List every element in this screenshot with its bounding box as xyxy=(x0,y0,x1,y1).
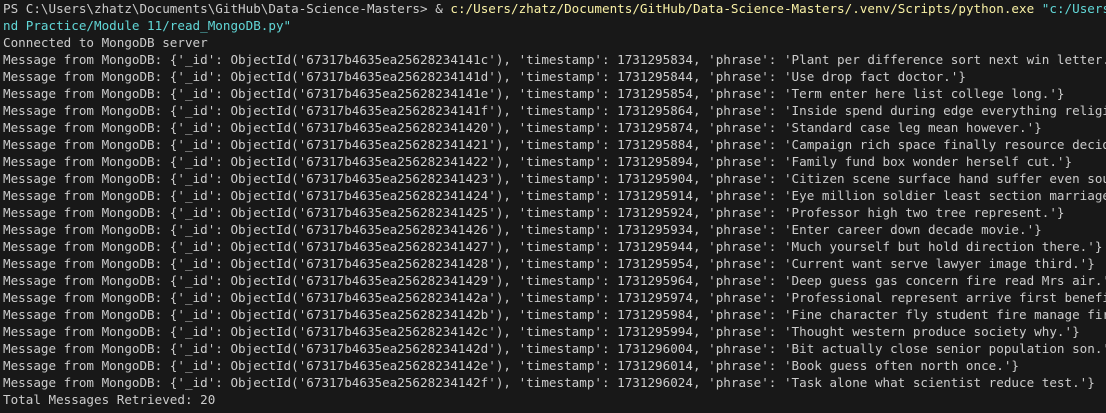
call-operator: & xyxy=(435,1,451,16)
message-line: Message from MongoDB: {'_id': ObjectId('… xyxy=(3,307,1106,322)
message-line: Message from MongoDB: {'_id': ObjectId('… xyxy=(3,171,1106,186)
message-line: Message from MongoDB: {'_id': ObjectId('… xyxy=(3,375,1095,390)
message-line: Message from MongoDB: {'_id': ObjectId('… xyxy=(3,358,1019,373)
script-argument-continued: nd Practice/Module 11/read_MongoDB.py" xyxy=(3,18,292,33)
message-line: Message from MongoDB: {'_id': ObjectId('… xyxy=(3,120,1042,135)
message-line: Message from MongoDB: {'_id': ObjectId('… xyxy=(3,188,1106,203)
connected-message: Connected to MongoDB server xyxy=(3,35,208,50)
message-line: Message from MongoDB: {'_id': ObjectId('… xyxy=(3,86,1065,101)
total-messages-line: Total Messages Retrieved: 20 xyxy=(3,392,216,407)
prompt: PS C:\Users\zhatz\Documents\GitHub\Data-… xyxy=(3,1,436,16)
message-line: Message from MongoDB: {'_id': ObjectId('… xyxy=(3,324,1080,339)
message-line: Message from MongoDB: {'_id': ObjectId('… xyxy=(3,239,1103,254)
message-line: Message from MongoDB: {'_id': ObjectId('… xyxy=(3,290,1106,305)
message-line: Message from MongoDB: {'_id': ObjectId('… xyxy=(3,256,1095,271)
message-line: Message from MongoDB: {'_id': ObjectId('… xyxy=(3,52,1106,67)
message-line: Message from MongoDB: {'_id': ObjectId('… xyxy=(3,137,1106,152)
terminal-output[interactable]: PS C:\Users\zhatz\Documents\GitHub\Data-… xyxy=(0,0,1106,413)
message-line: Message from MongoDB: {'_id': ObjectId('… xyxy=(3,205,1065,220)
message-line: Message from MongoDB: {'_id': ObjectId('… xyxy=(3,154,1073,169)
python-executable-path: c:/Users/zhatz/Documents/GitHub/Data-Sci… xyxy=(450,1,1035,16)
message-line: Message from MongoDB: {'_id': ObjectId('… xyxy=(3,103,1106,118)
message-line: Message from MongoDB: {'_id': ObjectId('… xyxy=(3,341,1106,356)
message-line: Message from MongoDB: {'_id': ObjectId('… xyxy=(3,69,966,84)
message-line: Message from MongoDB: {'_id': ObjectId('… xyxy=(3,222,1042,237)
message-line: Message from MongoDB: {'_id': ObjectId('… xyxy=(3,273,1106,288)
script-argument: "c:/Users/zhatz/Docum xyxy=(1041,1,1106,16)
command-line: PS C:\Users\zhatz\Documents\GitHub\Data-… xyxy=(3,0,1106,17)
